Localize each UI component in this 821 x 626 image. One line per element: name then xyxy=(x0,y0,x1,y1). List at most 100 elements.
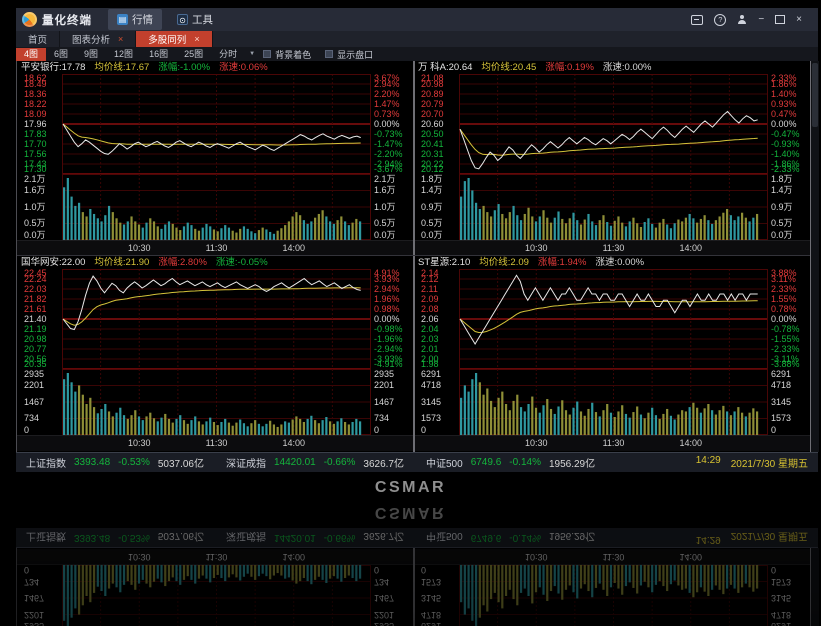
tab-multi-stock[interactable]: 多股同列 × xyxy=(136,31,212,47)
axis-tick-label: 0.9万 xyxy=(421,203,443,212)
axis-tick-label: 0.73% xyxy=(374,110,400,119)
index-shenzhen[interactable]: 深证成指 14420.01 -0.66% 3626.7亿 xyxy=(226,455,404,470)
scrollbar-thumb[interactable] xyxy=(812,63,818,127)
checkbox-icon[interactable] xyxy=(325,50,333,58)
show-orderbook-checkbox[interactable]: 显示盘口 xyxy=(325,48,373,61)
maximize-button[interactable] xyxy=(775,15,785,24)
stock-name-price: 万 科A:20.64 xyxy=(418,62,472,73)
intraday-plot[interactable]: 18.623.67%18.492.94%18.362.20%18.221.47%… xyxy=(17,74,413,240)
axis-tick-label: 0.0万 xyxy=(421,231,443,240)
axis-tick-label: 4718 xyxy=(421,381,441,390)
axis-tick-label: 1.47% xyxy=(374,100,400,109)
axis-tick-label: -2.33% xyxy=(771,345,800,354)
axis-tick-label: 2.08 xyxy=(421,305,439,314)
chart-panel-stxingyuan[interactable]: ST星源:2.10均价线:2.09涨幅:1.94%涨速:0.00% 2.143.… xyxy=(414,256,810,450)
time-tick-label: 11:30 xyxy=(203,243,231,253)
grid-9-button[interactable]: 9图 xyxy=(76,48,106,61)
intraday-plot[interactable]: 21.082.33%20.981.86%20.891.40%20.790.93%… xyxy=(414,74,810,240)
axis-tick-label: -3.67% xyxy=(374,165,403,174)
axis-tick-label: 0.5万 xyxy=(421,219,443,228)
axis-tick-label: 2.33% xyxy=(771,285,797,294)
scrollbar[interactable] xyxy=(811,61,819,452)
axis-tick-label: 2.01 xyxy=(421,345,439,354)
time-tick-label: 10:30 xyxy=(125,438,153,448)
axis-tick-label: -4.91% xyxy=(374,360,403,369)
intraday-plot[interactable]: 22.454.91%22.243.93%22.032.94%21.821.96%… xyxy=(17,269,413,435)
axis-tick-label: 1.8万 xyxy=(421,175,443,184)
time-tick-label: 14:00 xyxy=(280,243,308,253)
avg-price-label: 均价线:21.90 xyxy=(94,257,149,268)
tools-icon: ⊙ xyxy=(177,14,188,25)
application-scene: 量化终端 ▤ 行情 ⊙ 工具 ? − × 首页 图表分 xyxy=(0,8,821,498)
axis-tick-label: 20.77 xyxy=(24,345,47,354)
change-pct-label: 涨幅:1.94% xyxy=(538,257,587,268)
date-label: 2021/7/30 星期五 xyxy=(731,455,808,470)
period-minute-button[interactable]: 分时 xyxy=(211,48,245,61)
time-tick-label: 10:30 xyxy=(125,243,153,253)
axis-tick-label: 0.0万 xyxy=(24,231,46,240)
axis-tick-label: 3.93% xyxy=(374,275,400,284)
axis-tick-label: 0.78% xyxy=(771,305,797,314)
time-tick-label: 10:30 xyxy=(522,243,550,253)
intraday-plot[interactable]: 2.143.88%2.123.11%2.112.33%2.091.55%2.08… xyxy=(414,269,810,435)
panel-divider-vertical xyxy=(413,61,415,452)
avg-price-label: 均价线:2.09 xyxy=(479,257,529,268)
tab-home[interactable]: 首页 xyxy=(16,31,60,47)
axis-tick-label: 2.12 xyxy=(421,275,439,284)
time-label: 14:29 xyxy=(696,455,721,470)
chart-panel-vanke[interactable]: 万 科A:20.64均价线:20.45涨幅:0.19%涨速:0.00% 21.0… xyxy=(414,61,810,255)
menu-tools[interactable]: ⊙ 工具 xyxy=(168,9,222,30)
axis-tick-label: 17.30 xyxy=(24,165,47,174)
change-speed-label: 涨速:0.00% xyxy=(603,62,652,73)
axis-tick-label: 2935 xyxy=(24,370,44,379)
grid-6-button[interactable]: 6图 xyxy=(46,48,76,61)
tab-close-icon[interactable]: × xyxy=(118,35,123,44)
grid-16-button[interactable]: 16图 xyxy=(141,48,176,61)
axis-tick-label: 0.47% xyxy=(771,110,797,119)
axis-tick-label: 1.8万 xyxy=(771,175,793,184)
change-speed-label: 涨速:0.06% xyxy=(219,62,268,73)
axis-tick-label: 0.0万 xyxy=(771,231,793,240)
axis-tick-label: 6291 xyxy=(771,370,791,379)
axis-tick-label: 1.96% xyxy=(374,295,400,304)
feedback-icon[interactable] xyxy=(691,15,703,25)
help-icon[interactable]: ? xyxy=(714,14,726,26)
menu-quotes[interactable]: ▤ 行情 xyxy=(108,9,162,30)
axis-tick-label: 1.6万 xyxy=(24,186,46,195)
change-pct-label: 涨幅:-1.00% xyxy=(158,62,210,73)
close-button[interactable]: × xyxy=(796,15,802,25)
axis-tick-label: 18.09 xyxy=(24,110,47,119)
index-csi500[interactable]: 中证500 6749.6 -0.14% 1956.29亿 xyxy=(426,455,595,470)
time-tick-label: 14:00 xyxy=(677,438,705,448)
checkbox-icon[interactable] xyxy=(263,50,271,58)
axis-tick-label: 2.20% xyxy=(374,90,400,99)
axis-tick-label: -2.20% xyxy=(374,150,403,159)
axis-tick-label: 18.22 xyxy=(24,100,47,109)
grid-4-button[interactable]: 4图 xyxy=(16,48,46,61)
grid-12-button[interactable]: 12图 xyxy=(106,48,141,61)
tab-chart-analysis[interactable]: 图表分析 × xyxy=(60,31,136,47)
user-icon[interactable] xyxy=(737,15,747,25)
axis-tick-label: -2.33% xyxy=(771,165,800,174)
axis-tick-label: 17.56 xyxy=(24,150,47,159)
chart-panel-guohua[interactable]: 国华网安:22.00均价线:21.90涨幅:2.80%涨速:-0.05% 22.… xyxy=(17,256,413,450)
axis-tick-label: 21.82 xyxy=(24,295,47,304)
axis-tick-label: 2.03 xyxy=(421,335,439,344)
axis-tick-label: 1.0万 xyxy=(24,203,46,212)
axis-tick-label: 22.03 xyxy=(24,285,47,294)
tab-close-icon[interactable]: × xyxy=(194,35,199,44)
background-shading-checkbox[interactable]: 背景着色 xyxy=(263,48,311,61)
axis-tick-label: 1.4万 xyxy=(771,186,793,195)
minimize-button[interactable]: − xyxy=(758,15,764,25)
axis-tick-label: 0.00% xyxy=(374,120,400,129)
axis-tick-label: 20.98 xyxy=(421,80,444,89)
index-shanghai[interactable]: 上证指数 3393.48 -0.53% 5037.06亿 xyxy=(26,455,204,470)
chevron-down-icon[interactable]: ▼ xyxy=(249,51,255,57)
time-tick-label: 11:30 xyxy=(203,438,231,448)
axis-tick-label: 1.0万 xyxy=(374,203,396,212)
grid-25-button[interactable]: 25图 xyxy=(176,48,211,61)
axis-tick-label: 20.70 xyxy=(421,110,444,119)
time-tick-label: 11:30 xyxy=(600,243,628,253)
axis-tick-label: 4718 xyxy=(771,381,791,390)
chart-panel-pingan[interactable]: 平安银行:17.78均价线:17.67涨幅:-1.00%涨速:0.06% 18.… xyxy=(17,61,413,255)
